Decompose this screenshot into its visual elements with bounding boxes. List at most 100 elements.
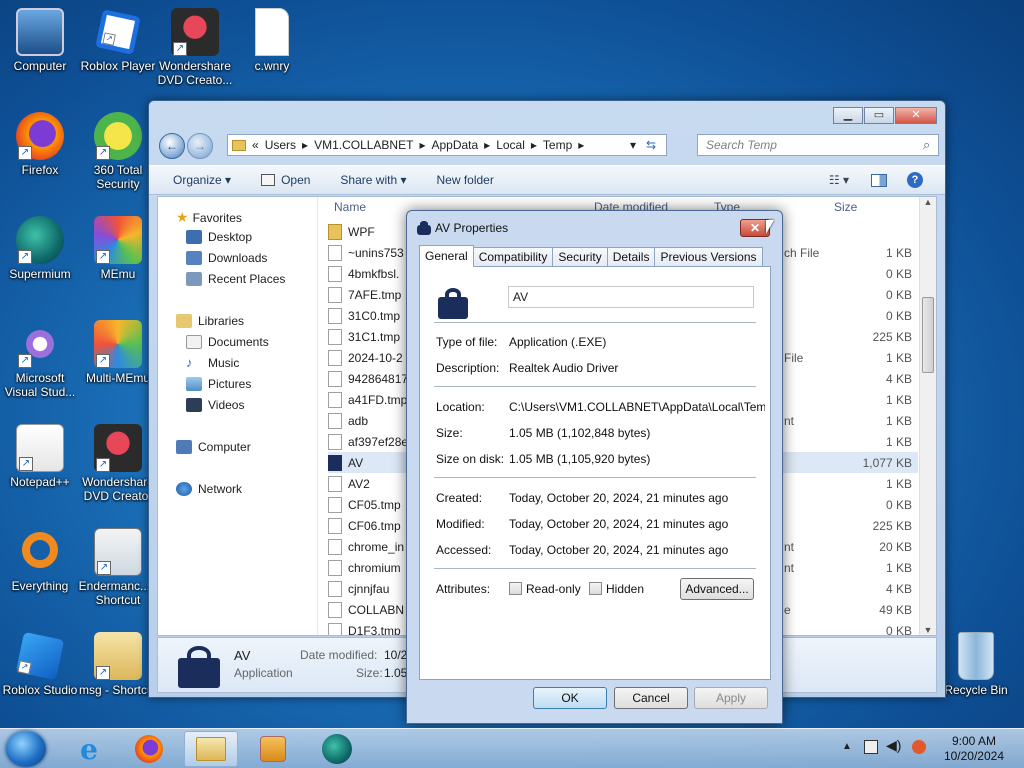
- nav-downloads[interactable]: Downloads: [186, 251, 267, 265]
- desktop-icon-msg[interactable]: ↗ msg - Shortcut: [78, 632, 158, 697]
- help-icon[interactable]: ?: [907, 172, 923, 188]
- nav-recent-places[interactable]: Recent Places: [186, 272, 285, 286]
- desktop-icon-endermanch[interactable]: ↗ Endermanc... - Shortcut: [78, 528, 158, 607]
- size-label: Size:: [436, 426, 463, 440]
- back-button[interactable]: ←: [159, 133, 185, 159]
- notification-icon[interactable]: [912, 740, 926, 754]
- scroll-thumb[interactable]: [922, 297, 934, 373]
- downloads-icon: [186, 251, 202, 265]
- chevron-down-icon[interactable]: ▾: [630, 138, 636, 152]
- multi-memu-icon: ↗: [94, 320, 142, 368]
- file-size: 1 KB: [885, 245, 912, 260]
- modified-value: Today, October 20, 2024, 21 minutes ago: [509, 517, 729, 531]
- taskbar-firefox[interactable]: [122, 731, 176, 767]
- share-with-button[interactable]: Share with ▾: [328, 173, 418, 187]
- volume-icon[interactable]: ◀): [886, 737, 901, 754]
- file-icon: [328, 286, 342, 303]
- open-button[interactable]: Open: [275, 173, 322, 187]
- breadcrumb-overflow[interactable]: «: [252, 138, 259, 152]
- forward-button[interactable]: →: [187, 133, 213, 159]
- breadcrumb-appdata[interactable]: AppData: [431, 138, 478, 152]
- breadcrumb-local[interactable]: Local: [496, 138, 525, 152]
- nav-videos[interactable]: Videos: [186, 398, 244, 412]
- nav-network[interactable]: Network: [176, 482, 242, 496]
- ok-button[interactable]: OK: [533, 687, 607, 709]
- desktop-icon-visual-studio[interactable]: ↗ Microsoft Visual Stud...: [0, 320, 80, 399]
- filename-field[interactable]: AV: [508, 286, 754, 308]
- desktop-icon-cwnry[interactable]: c.wnry: [232, 8, 312, 73]
- address-bar[interactable]: « Users ▸ VM1.COLLABNET ▸ AppData ▸ Local ▸ …: [227, 134, 667, 156]
- new-folder-button[interactable]: New folder: [424, 173, 505, 187]
- file-icon: [328, 475, 342, 492]
- file-icon: [328, 601, 342, 618]
- hidden-checkbox[interactable]: [589, 582, 602, 595]
- nav-libraries[interactable]: Libraries: [176, 314, 244, 328]
- hidden-label[interactable]: Hidden: [606, 582, 644, 596]
- tab-general[interactable]: General: [419, 245, 474, 267]
- shortcut-arrow-icon: ↗: [102, 32, 116, 46]
- vertical-scrollbar[interactable]: ▲ ▼: [919, 197, 936, 635]
- scroll-down-arrow[interactable]: ▼: [920, 625, 936, 635]
- file-size: 225 KB: [872, 518, 912, 533]
- organize-button[interactable]: Organize ▾: [161, 173, 243, 187]
- preview-pane-icon[interactable]: [871, 173, 887, 187]
- file-size: 225 KB: [872, 329, 912, 344]
- desktop-icon-label: c.wnry: [254, 59, 290, 73]
- file-type: ch File: [784, 245, 820, 260]
- breadcrumb-vm1[interactable]: VM1.COLLABNET: [314, 138, 413, 152]
- clock[interactable]: 9:00 AM 10/20/2024: [944, 734, 1004, 764]
- tab-compatibility[interactable]: Compatibility: [472, 247, 554, 267]
- breadcrumb-users[interactable]: Users: [265, 138, 296, 152]
- breadcrumb-temp[interactable]: Temp: [543, 138, 572, 152]
- tab-security[interactable]: Security: [552, 247, 608, 267]
- nav-music[interactable]: ♪ Music: [186, 356, 239, 371]
- refresh-icon[interactable]: ⇆: [646, 138, 656, 152]
- search-input[interactable]: Search Temp: [697, 134, 939, 156]
- desktop-icon-wondershare[interactable]: ↗ Wondershare DVD Creato...: [155, 8, 235, 87]
- search-icon[interactable]: ⌕: [923, 137, 930, 153]
- show-hidden-icons-icon[interactable]: ▲: [842, 741, 852, 752]
- column-header-name[interactable]: Name: [334, 200, 366, 218]
- readonly-checkbox[interactable]: [509, 582, 522, 595]
- file-size: 1 KB: [885, 476, 912, 491]
- desktop-icon-360[interactable]: ↗ 360 Total Security: [78, 112, 158, 191]
- nav-documents[interactable]: Documents: [186, 335, 269, 349]
- taskbar-supermium[interactable]: [310, 731, 364, 767]
- close-button[interactable]: ✕: [895, 107, 937, 124]
- desktop-icon-roblox-studio[interactable]: ↗ Roblox Studio: [0, 631, 80, 697]
- start-button[interactable]: [6, 731, 46, 767]
- tab-previous-versions[interactable]: Previous Versions: [654, 247, 763, 267]
- nav-pictures[interactable]: Pictures: [186, 377, 251, 391]
- desktop-icon-everything[interactable]: Everything: [0, 528, 80, 593]
- readonly-label[interactable]: Read-only: [526, 582, 581, 596]
- desktop-icon-multi-memu[interactable]: ↗ Multi-MEmu: [78, 320, 158, 385]
- scroll-up-arrow[interactable]: ▲: [920, 197, 936, 207]
- nav-desktop[interactable]: Desktop: [186, 230, 252, 244]
- maximize-button[interactable]: ▭: [864, 107, 894, 124]
- nav-favorites[interactable]: ★ Favorites: [176, 209, 242, 226]
- desktop-icon-notepadpp[interactable]: ↗ Notepad++: [0, 424, 80, 489]
- column-header-size[interactable]: Size: [834, 200, 857, 218]
- desktop-icon-roblox-player[interactable]: ↗ Roblox Player: [78, 8, 158, 73]
- advanced-button[interactable]: Advanced...: [680, 578, 754, 600]
- taskbar-explorer[interactable]: [184, 731, 238, 767]
- desktop-icon-firefox[interactable]: ↗ Firefox: [0, 112, 80, 177]
- tab-details[interactable]: Details: [606, 247, 656, 267]
- desktop-icon-memu[interactable]: ↗ MEmu: [78, 216, 158, 281]
- desktop-icon-recycle-bin[interactable]: Recycle Bin: [936, 632, 1016, 697]
- recycle-bin-icon: [958, 632, 994, 680]
- desktop-icon-computer[interactable]: Computer: [0, 8, 80, 73]
- apply-button[interactable]: Apply: [694, 687, 768, 709]
- view-options-icon[interactable]: ☷ ▾: [829, 173, 849, 187]
- desktop-icon-wondershare-2[interactable]: ↗ Wondershare DVD Creator: [78, 424, 158, 503]
- cancel-button[interactable]: Cancel: [614, 687, 688, 709]
- desktop-icon-supermium[interactable]: ↗ Supermium: [0, 216, 80, 281]
- network-status-icon[interactable]: [864, 740, 878, 754]
- file-size: 0 KB: [885, 497, 912, 512]
- taskbar-media-player[interactable]: [246, 731, 300, 767]
- nav-computer[interactable]: Computer: [176, 440, 251, 454]
- minimize-button[interactable]: ▁: [833, 107, 863, 124]
- details-size-label: Size:: [356, 666, 383, 680]
- taskbar-internet-explorer[interactable]: e: [62, 731, 116, 767]
- window-app-icon: ↗: [94, 528, 142, 576]
